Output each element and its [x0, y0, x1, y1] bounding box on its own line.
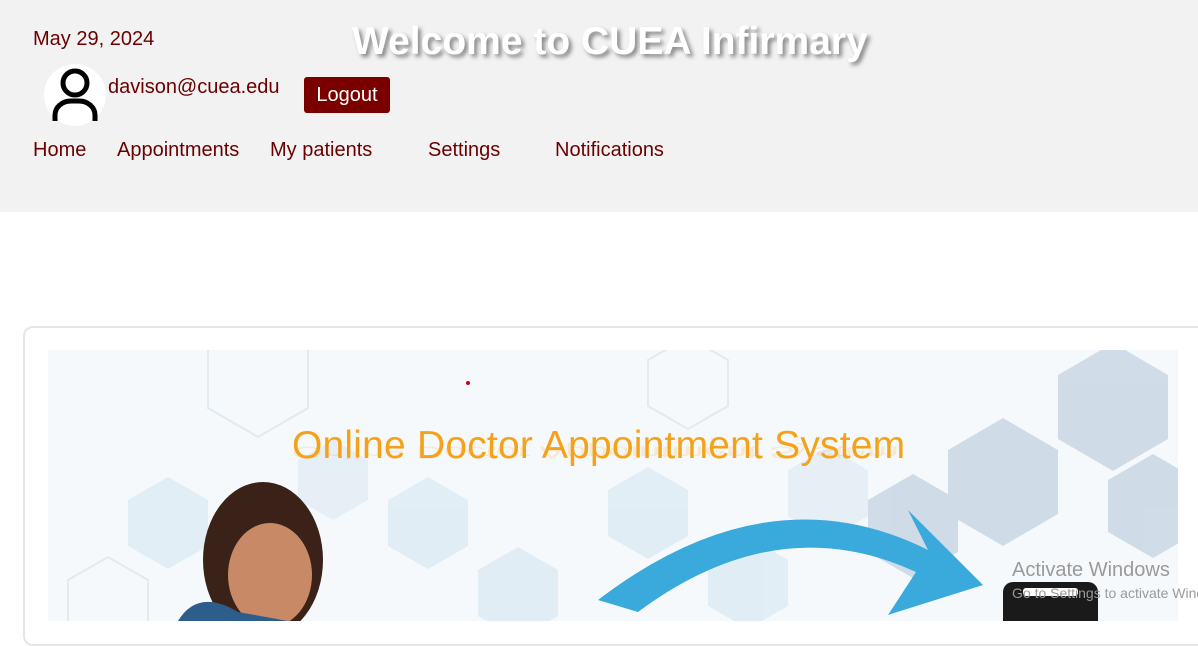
current-date: May 29, 2024	[33, 28, 155, 50]
red-dot	[466, 381, 470, 385]
watermark-title: Activate Windows	[1012, 559, 1170, 581]
watermark-subtitle: Go to Settings to activate Windows.	[1012, 585, 1198, 601]
nav-item-appointments[interactable]: Appointments	[117, 139, 239, 162]
nav-item-home[interactable]: Home	[33, 139, 86, 162]
banner-title-reflection: Online Doctor Appointment System	[292, 442, 899, 462]
user-email: davison@cuea.edu	[108, 76, 280, 98]
activate-windows-watermark: Activate Windows Go to Settings to activ…	[1012, 559, 1198, 601]
header: May 29, 2024 Welcome to CUEA Infirmary d…	[0, 0, 1198, 212]
nav-item-my-patients[interactable]: My patients	[270, 139, 372, 162]
logout-button[interactable]: Logout	[304, 77, 390, 113]
nav-item-notifications[interactable]: Notifications	[555, 139, 664, 162]
banner-image: Online Doctor Appointment System Online …	[48, 350, 1178, 621]
nav-item-settings[interactable]: Settings	[428, 139, 500, 162]
banner-background	[48, 350, 1178, 621]
page-title: Welcome to CUEA Infirmary	[352, 20, 868, 63]
user-icon	[52, 68, 98, 121]
avatar	[44, 64, 106, 126]
main-nav: Home Appointments My patients Settings N…	[0, 139, 1198, 165]
